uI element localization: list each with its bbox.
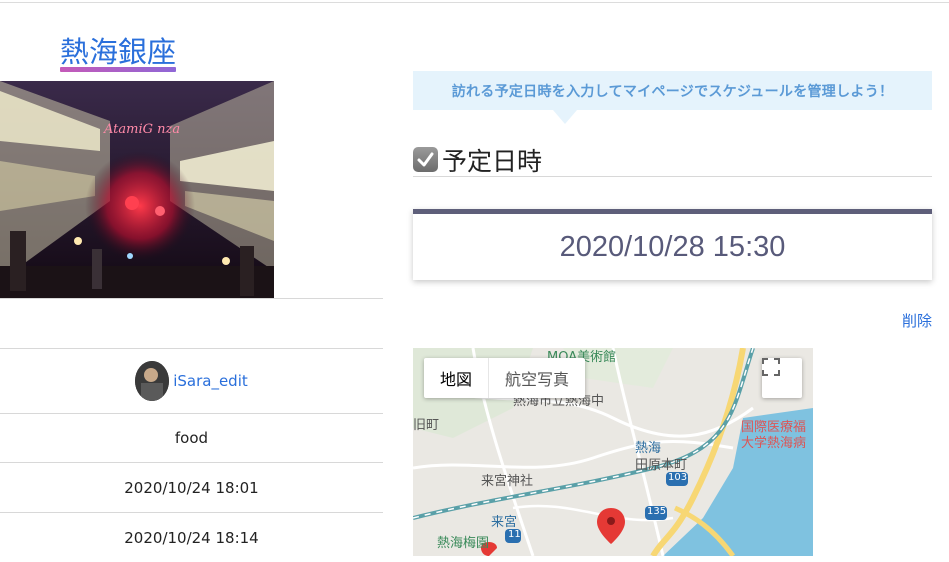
checkbox-icon <box>413 147 438 172</box>
schedule-hint-text: 訪れる予定日時を入力してマイページでスケジュールを管理しよう！ <box>451 83 894 100</box>
created-at-value: 2020/10/24 18:01 <box>124 478 259 497</box>
spot-info-table: iSara_edit food 2020/10/24 18:01 2020/10… <box>0 298 383 562</box>
user-avatar[interactable] <box>135 361 170 401</box>
map-label-kinomiya-shrine: 来宮神社 <box>481 474 534 489</box>
schedule-heading-text: 予定日時 <box>442 146 543 176</box>
route-103-badge: 103 <box>668 472 688 483</box>
updated-at-value: 2020/10/24 18:14 <box>124 528 259 547</box>
scheduled-datetime-value: 2020/10/28 15:30 <box>559 230 786 263</box>
map-label-tawaramoto: 田原本町 <box>635 458 688 473</box>
schedule-heading: 予定日時 <box>413 143 932 177</box>
route-135-badge: 135 <box>647 506 667 517</box>
table-row-created: 2020/10/24 18:01 <box>0 462 383 512</box>
delete-schedule-link[interactable]: 削除 <box>902 310 932 331</box>
map-label-baien: 熱海梅園 <box>437 536 490 551</box>
user-name-link[interactable]: iSara_edit <box>173 372 248 390</box>
spot-photo: AtamiG nza <box>0 81 274 298</box>
svg-text:AtamiG nza: AtamiG nza <box>103 122 180 137</box>
map-type-satellite-button[interactable]: 航空写真 <box>488 358 585 398</box>
category-value: food <box>174 429 209 447</box>
table-row-category: food <box>0 413 383 462</box>
schedule-hint-bubble: 訪れる予定日時を入力してマイページでスケジュールを管理しよう！ <box>413 71 932 124</box>
spot-title: 熱海銀座 <box>60 35 177 69</box>
route-11-badge: 11 <box>508 529 521 540</box>
map-label-hospital-2: 大学熱海病 <box>741 436 807 451</box>
table-row-empty <box>0 298 383 348</box>
map-fullscreen-button[interactable] <box>762 358 802 398</box>
table-row-user: iSara_edit <box>0 348 383 413</box>
fullscreen-icon <box>762 358 780 376</box>
map-type-roadmap-button[interactable]: 地図 <box>424 358 488 398</box>
table-row-updated: 2020/10/24 18:14 <box>0 512 383 562</box>
map-type-control: 地図 航空写真 <box>424 358 586 398</box>
scheduled-datetime-card: 2020/10/28 15:30 <box>413 209 932 280</box>
map-label-town: 旧町 <box>413 418 440 433</box>
title-underline <box>60 67 177 72</box>
spot-title-link[interactable]: 熱海銀座 <box>60 34 177 72</box>
spot-map[interactable]: MOA美術館 熱海市立熱海中 旧町 熱海 田原本町 国際医療福 大学熱海病 来宮… <box>413 348 813 556</box>
top-divider <box>0 2 949 3</box>
map-label-kinomiya-station: 来宮 <box>491 515 518 530</box>
